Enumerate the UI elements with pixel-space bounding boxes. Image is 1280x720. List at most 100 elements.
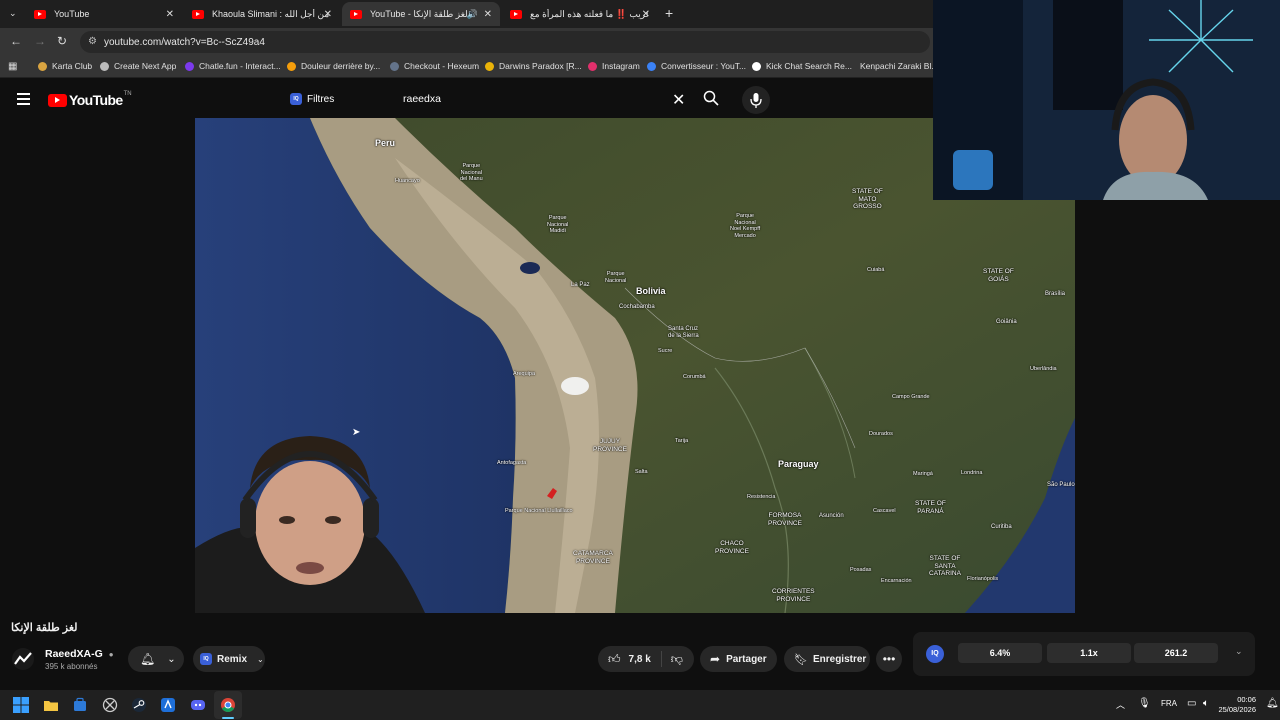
tab-arabic-video[interactable]: عريب ‼️ ما فعلته هذه المرأة مع .. ✕ (502, 2, 658, 26)
microphone-tray-icon[interactable]: 🎙︎ (1138, 698, 1151, 709)
youtube-favicon-icon (350, 9, 362, 19)
chevron-down-icon[interactable]: ⌄ (1235, 646, 1243, 657)
thumbs-down-icon[interactable]: 👎︎ (671, 652, 683, 667)
more-actions-button[interactable]: ••• (876, 646, 902, 672)
map-label: Peru (375, 138, 396, 148)
filters-button[interactable]: IQ Filtres (290, 93, 334, 105)
map-label: Parque Nacional Noel Kempff Mercado (730, 213, 761, 239)
network-icon[interactable]: ▭ (1187, 698, 1196, 709)
tray-overflow-chevron-icon[interactable]: ︿ (1116, 698, 1125, 711)
map-label: Antofagasta (497, 460, 527, 466)
more-horizontal-icon: ••• (882, 652, 896, 666)
youtube-favicon-icon (192, 9, 204, 19)
bookmark-convertisseur[interactable]: Convertisseur : YouT... (647, 61, 746, 71)
tab-youtube-active[interactable]: YouTube - لغز طلقة الإنكا 🔊 ✕ (342, 2, 500, 26)
channel-avatar[interactable] (12, 648, 34, 670)
bookmark-favicon-icon (185, 61, 194, 71)
file-explorer-icon[interactable] (43, 697, 59, 713)
forward-arrow-icon[interactable]: → (34, 34, 46, 48)
map-label: JUJUY PROVINCE (593, 438, 627, 453)
save-label: Enregistrer (812, 653, 867, 665)
tab-close-icon[interactable]: ✕ (484, 9, 492, 20)
windows-start-icon[interactable] (13, 697, 29, 713)
bookmark-favicon-icon (752, 61, 761, 71)
clear-search-icon[interactable]: ✕ (672, 90, 685, 110)
bookmark-hexeum[interactable]: Checkout - Hexeum (390, 61, 479, 71)
bookmark-instagram[interactable]: Instagram (588, 61, 640, 71)
map-label: STATE OF MATO GROSSO (852, 188, 883, 210)
map-label: Salta (635, 469, 648, 475)
tab-khaoula[interactable]: Khaoula Slimani : لو عيّ من أجل الله ✕ (184, 2, 340, 26)
windows-taskbar: ︿ 🎙︎ FRA ▭ 🔈︎ 00:06 25/08/2026 🔔︎ (0, 690, 1280, 720)
tab-close-icon[interactable]: ✕ (166, 9, 174, 20)
back-arrow-icon[interactable]: ← (10, 34, 22, 48)
menu-hamburger-icon[interactable] (17, 93, 30, 105)
map-label: Florianópolis (967, 576, 999, 582)
notification-bell-icon[interactable]: 🔔︎ (1266, 698, 1279, 709)
bookmark-kenpachi[interactable]: Kenpachi Zaraki Bl... (855, 61, 933, 71)
youtube-favicon-icon (510, 9, 522, 19)
microsoft-store-icon[interactable] (72, 697, 88, 713)
webcam-image (933, 0, 1280, 200)
chrome-icon[interactable] (220, 697, 236, 713)
chevron-down-icon: ⌄ (167, 653, 176, 665)
subscriber-count: 395 k abonnés (45, 662, 98, 671)
map-label: Curitiba (991, 524, 1012, 530)
input-language[interactable]: FRA (1161, 699, 1177, 708)
map-label: Cochabamba (619, 304, 655, 310)
thumbs-up-icon[interactable]: 👍︎ (608, 652, 621, 667)
voice-search-button[interactable] (742, 86, 770, 114)
discord-icon[interactable] (190, 697, 206, 713)
search-icon[interactable] (703, 90, 719, 106)
apps-grid-icon[interactable]: ▦ (8, 61, 17, 72)
map-label: São Paulo (1047, 482, 1075, 488)
search-query: raeedxa (403, 93, 441, 105)
new-tab-button[interactable]: + (665, 5, 673, 21)
tab-youtube-1[interactable]: YouTube ✕ (26, 2, 182, 26)
site-info-icon[interactable]: ⚙ (88, 36, 97, 47)
map-label: Parque Nacional del Manu (460, 163, 483, 182)
tab-close-icon[interactable]: ✕ (642, 9, 650, 20)
search-input[interactable]: raeedxa (393, 87, 693, 111)
tab-close-icon[interactable]: ✕ (324, 9, 332, 20)
map-label: Brasília (1045, 291, 1066, 297)
map-label: Arequipa (513, 371, 536, 377)
bookmark-kick-chat[interactable]: Kick Chat Search Re... (752, 61, 852, 71)
bookmark-douleur[interactable]: Douleur derrière by... (287, 61, 380, 71)
address-bar[interactable]: ⚙ youtube.com/watch?v=Bc--ScZ49a4 (80, 31, 930, 53)
tab-search-chevron-icon[interactable]: ⌄ (9, 8, 17, 19)
iq-stat-percent: 6.4% (958, 643, 1042, 663)
channel-name[interactable]: RaeedXA-G ● (45, 648, 114, 660)
map-label: Resistencia (747, 494, 776, 500)
xbox-icon[interactable] (102, 697, 118, 713)
map-label: Encarnación (881, 578, 912, 584)
bookmark-karta-club[interactable]: Karta Club (38, 61, 92, 71)
youtube-favicon-icon (34, 9, 46, 19)
iq-stat-value: 261.2 (1134, 643, 1218, 663)
tab-label: YouTube (54, 9, 90, 19)
active-indicator (222, 717, 234, 719)
steam-icon[interactable] (131, 697, 147, 713)
save-button[interactable]: 🔖︎ Enregistrer (784, 646, 870, 672)
bookmark-favicon-icon (38, 61, 47, 71)
app-icon[interactable] (160, 697, 176, 713)
bookmark-chatle[interactable]: Chatle.fun - Interact... (185, 61, 281, 71)
map-label: STATE OF PARANÁ (915, 500, 946, 515)
speaker-icon[interactable]: 🔊 (467, 9, 478, 20)
like-count[interactable]: 7,8 k (629, 654, 651, 665)
youtube-logo[interactable]: YouTube TN (48, 91, 132, 108)
notifications-button[interactable]: 🔔︎ ⌄ (128, 646, 184, 672)
map-label: Parque Nacional Madidi (547, 215, 569, 234)
reload-icon[interactable]: ↻ (57, 34, 67, 48)
bookmark-create-next-app[interactable]: Create Next App (100, 61, 176, 71)
share-button[interactable]: ➦ Partager (700, 646, 777, 672)
volume-icon[interactable]: 🔈︎ (1203, 698, 1209, 709)
youtube-play-logo-icon (48, 93, 67, 107)
map-label: Cascavel (873, 508, 896, 514)
country-code: TN (123, 91, 132, 97)
remix-button[interactable]: IQ Remix ⌄ (193, 646, 265, 672)
system-clock[interactable]: 00:06 25/08/2026 (1218, 695, 1256, 715)
bookmark-darwins-paradox[interactable]: Darwins Paradox [R... (485, 61, 582, 71)
map-label: Dourados (869, 431, 893, 437)
iq-extension-icon: IQ (200, 653, 212, 665)
